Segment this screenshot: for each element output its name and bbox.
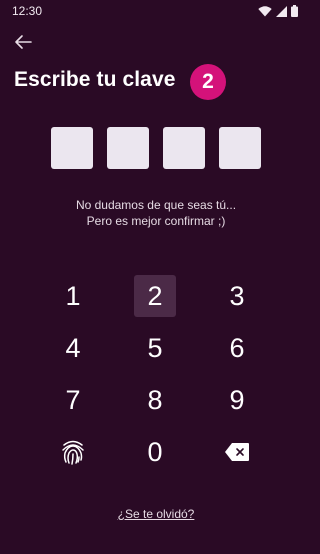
forgot-pin-link[interactable]: ¿Se te olvidó? <box>0 507 312 521</box>
pin-box[interactable] <box>163 127 205 169</box>
key-label: 9 <box>229 384 245 415</box>
key-3[interactable]: 3 <box>196 270 278 322</box>
key-7[interactable]: 7 <box>32 374 114 426</box>
reassurance-message: No dudamos de que seas tú... Pero es mej… <box>0 197 312 229</box>
fingerprint-button[interactable] <box>32 426 114 478</box>
pin-box[interactable] <box>51 127 93 169</box>
key-9[interactable]: 9 <box>196 374 278 426</box>
numeric-keypad: 1 2 3 4 5 6 7 8 9 0 <box>32 270 278 478</box>
fingerprint-icon <box>62 440 84 465</box>
key-label: 4 <box>65 332 81 363</box>
back-arrow-icon <box>15 35 32 49</box>
message-line-2: Pero es mejor confirmar ;) <box>86 214 226 228</box>
backspace-icon <box>225 443 249 461</box>
key-0[interactable]: 0 <box>114 426 196 478</box>
key-label: 3 <box>229 280 245 311</box>
key-label: 6 <box>229 332 245 363</box>
pin-input[interactable] <box>51 127 261 169</box>
key-8[interactable]: 8 <box>114 374 196 426</box>
battery-icon <box>291 5 298 17</box>
status-bar: 12:30 <box>0 0 312 22</box>
message-line-1: No dudamos de que seas tú... <box>75 198 237 212</box>
wifi-icon <box>258 5 272 16</box>
status-time: 12:30 <box>12 4 43 18</box>
key-5[interactable]: 5 <box>114 322 196 374</box>
key-label: 5 <box>147 332 163 363</box>
page-title: Escribe tu clave <box>14 68 176 91</box>
key-label: 2 <box>134 275 176 317</box>
key-2[interactable]: 2 <box>114 270 196 322</box>
key-6[interactable]: 6 <box>196 322 278 374</box>
status-icons <box>258 5 298 17</box>
key-label: 8 <box>147 384 163 415</box>
key-label: 0 <box>147 436 163 467</box>
key-label: 7 <box>65 384 81 415</box>
key-label: 1 <box>65 280 81 311</box>
cellular-signal-icon <box>276 5 287 17</box>
pin-box[interactable] <box>219 127 261 169</box>
backspace-button[interactable] <box>196 426 278 478</box>
pin-box[interactable] <box>107 127 149 169</box>
step-badge: 2 <box>190 64 226 100</box>
key-1[interactable]: 1 <box>32 270 114 322</box>
back-button[interactable] <box>10 30 36 54</box>
key-4[interactable]: 4 <box>32 322 114 374</box>
